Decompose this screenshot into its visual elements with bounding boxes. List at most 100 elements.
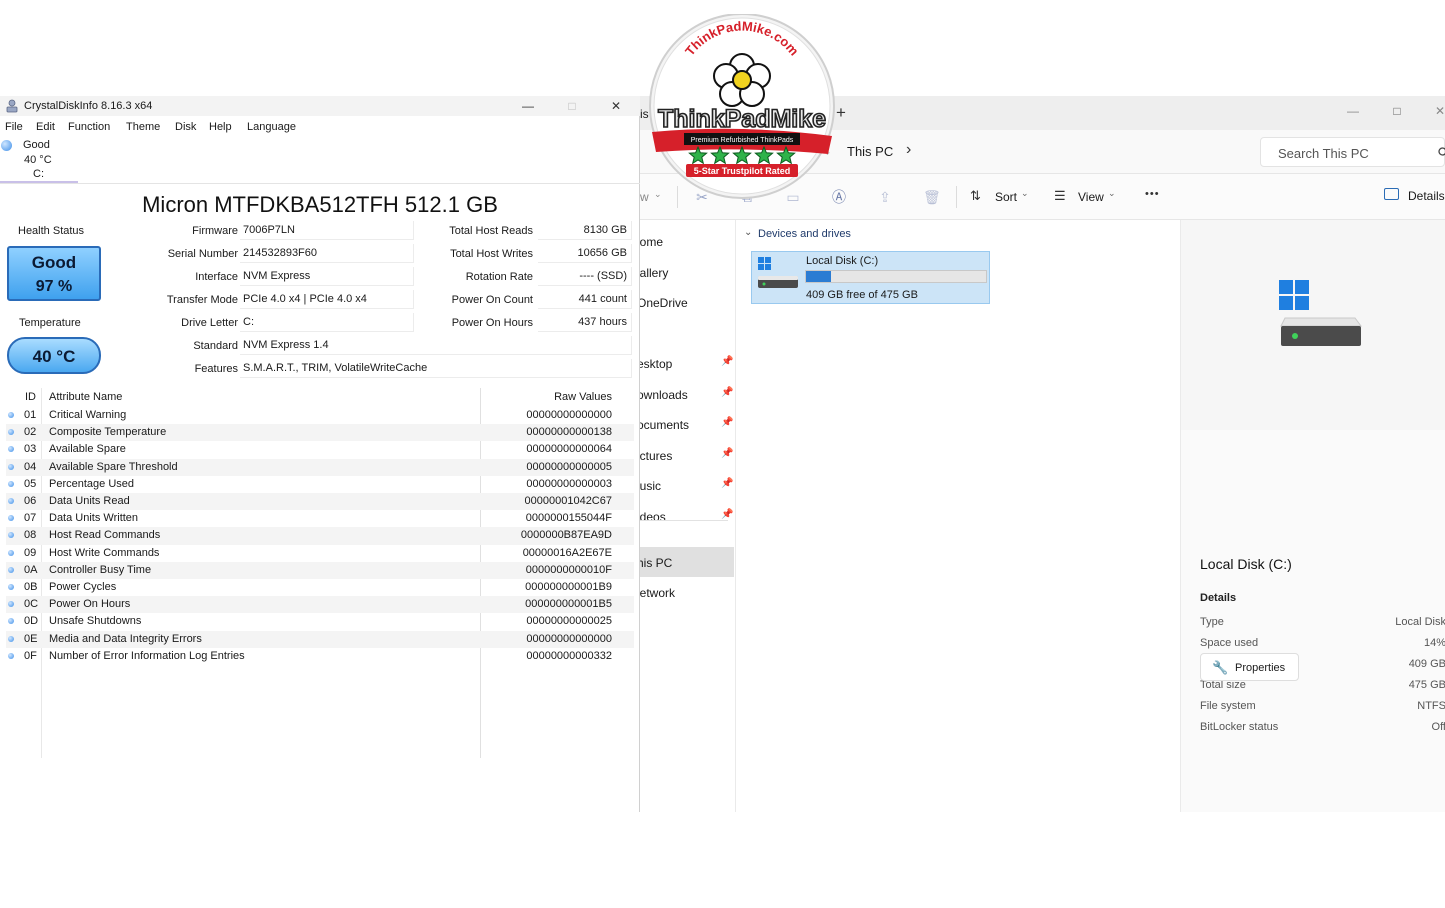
details-label: Details	[1408, 189, 1445, 203]
rotation-rate-value: ---- (SSD)	[538, 267, 632, 286]
minimize-button[interactable]: —	[517, 97, 539, 115]
status-good-icon	[8, 446, 14, 453]
table-row[interactable]: 06 Data Units Read 00000001042C67	[6, 493, 634, 511]
pin-icon[interactable]: 📌	[721, 509, 733, 520]
nav-item[interactable]: lusic 📌	[640, 470, 734, 500]
share-icon[interactable]: ⇪	[877, 189, 893, 205]
properties-button[interactable]: 🔧 Properties	[1200, 653, 1299, 681]
nav-item[interactable]: letwork	[640, 577, 734, 607]
pin-icon[interactable]: 📌	[721, 387, 733, 398]
details-row: Total size 475 GB	[1200, 679, 1445, 699]
chevron-down-icon: ⌄	[1108, 188, 1116, 198]
nav-item-label: ictures	[640, 449, 673, 463]
attribute-id: 03	[24, 443, 37, 456]
table-row[interactable]: 0A Controller Busy Time 0000000000010F	[6, 561, 634, 579]
menu-file[interactable]: File	[5, 121, 23, 133]
more-options-icon[interactable]: •••	[1145, 188, 1160, 200]
table-row[interactable]: 0D Unsafe Shutdowns 00000000000025	[6, 613, 634, 630]
table-row[interactable]: 0F Number of Error Information Log Entrie…	[6, 648, 634, 665]
table-row[interactable]: 07 Data Units Written 0000000155044F	[6, 510, 634, 527]
menu-edit[interactable]: Edit	[36, 121, 55, 133]
standard-label: Standard	[193, 340, 238, 352]
table-row[interactable]: 01 Critical Warning 00000000000000	[6, 407, 634, 424]
details-key: File system	[1200, 700, 1256, 712]
search-input[interactable]: Search This PC	[1260, 137, 1445, 167]
nav-item[interactable]: lome	[640, 226, 734, 256]
attribute-name: Host Write Commands	[49, 546, 160, 559]
nav-item[interactable]: iallery	[640, 257, 734, 287]
menu-theme[interactable]: Theme	[126, 121, 160, 133]
attribute-raw-value: 000000000001B5	[525, 598, 612, 611]
view-button[interactable]: ☰ View ⌄	[1054, 188, 1120, 206]
pin-icon[interactable]: 📌	[721, 478, 733, 489]
cdi-window-title: CrystalDiskInfo 8.16.3 x64	[24, 100, 153, 112]
table-row[interactable]: 03 Available Spare 00000000000064	[6, 441, 634, 458]
drive-large-icon	[1279, 280, 1362, 346]
search-icon	[1438, 147, 1445, 156]
nav-item[interactable]: OneDrive	[640, 287, 734, 317]
cdi-titlebar[interactable]: CrystalDiskInfo 8.16.3 x64 — □ ✕	[0, 96, 640, 116]
pin-icon[interactable]: 📌	[721, 448, 733, 459]
standard-value: NVM Express 1.4	[240, 336, 632, 355]
health-status-badge[interactable]: Good 97 %	[7, 246, 101, 301]
table-row[interactable]: 0B Power Cycles 000000000001B9	[6, 579, 634, 596]
sort-button[interactable]: ⇅ Sort ⌄	[970, 188, 1032, 206]
section-title-devices[interactable]: Devices and drives	[758, 228, 851, 240]
maximize-button[interactable]: □	[561, 97, 583, 115]
status-good-icon	[1, 140, 12, 151]
breadcrumb-this-pc[interactable]: This PC	[847, 144, 893, 159]
status-good-icon	[8, 601, 14, 608]
attribute-raw-value: 00000000000005	[526, 460, 612, 473]
pin-icon[interactable]: 📌	[721, 417, 733, 428]
details-row: File system NTFS	[1200, 700, 1445, 720]
nav-item[interactable]: ictures 📌	[640, 440, 734, 470]
sort-icon: ⇅	[970, 188, 981, 203]
details-value: 475 GB	[1408, 679, 1445, 691]
nav-item-label: letwork	[640, 586, 676, 600]
minimize-button[interactable]: —	[1342, 102, 1364, 120]
menu-disk[interactable]: Disk	[175, 121, 196, 133]
delete-icon[interactable]: 🗑	[923, 189, 941, 205]
table-row[interactable]: 05 Percentage Used 00000000000003	[6, 476, 634, 493]
table-row[interactable]: 09 Host Write Commands 00000016A2E67E	[6, 545, 634, 562]
drive-usage-fill	[806, 271, 832, 282]
table-row[interactable]: 02 Composite Temperature 00000000000138	[6, 424, 634, 442]
status-good-icon	[8, 480, 14, 487]
attribute-raw-value: 00000000000003	[526, 477, 612, 490]
attribute-name: Media and Data Integrity Errors	[49, 632, 202, 645]
chevron-down-icon: ⌄	[1021, 188, 1029, 198]
col-header-attribute-name[interactable]: Attribute Name	[49, 391, 122, 403]
details-pane-button[interactable]: Details	[1384, 188, 1445, 206]
properties-label: Properties	[1235, 662, 1286, 674]
close-button[interactable]: ✕	[1429, 102, 1445, 120]
attribute-name: Data Units Written	[49, 512, 139, 525]
table-row[interactable]: 04 Available Spare Threshold 0000000000000…	[6, 458, 634, 476]
nav-item[interactable]: ownloads 📌	[640, 379, 734, 409]
table-row[interactable]: 0E Media and Data Integrity Errors 0000000…	[6, 630, 634, 648]
nav-item[interactable]: ocuments 📌	[640, 409, 734, 439]
maximize-button[interactable]: □	[1386, 102, 1408, 120]
nav-item[interactable]: his PC	[640, 547, 734, 577]
col-header-id[interactable]: ID	[25, 391, 36, 403]
drive-tile-local-disk-c[interactable]: Local Disk (C:) 409 GB free of 475 GB	[751, 251, 990, 304]
nav-item[interactable]: esktop 📌	[640, 348, 734, 378]
chevron-right-icon[interactable]: ›	[906, 141, 911, 159]
close-button[interactable]: ✕	[605, 97, 627, 115]
total-host-reads-label: Total Host Reads	[449, 225, 533, 237]
nav-item[interactable]: ideos 📌	[640, 501, 734, 531]
temperature-badge[interactable]: 40 °C	[7, 337, 101, 374]
table-row[interactable]: 08 Host Read Commands 0000000B87EA9D	[6, 527, 634, 545]
menu-language[interactable]: Language	[247, 121, 296, 133]
disk-tab-c[interactable]: Good 40 °C C:	[0, 137, 78, 183]
disk-tab-letter: C:	[33, 168, 44, 180]
firmware-label: Firmware	[192, 225, 238, 237]
pin-icon[interactable]: 📌	[721, 356, 733, 367]
menu-help[interactable]: Help	[209, 121, 232, 133]
details-subtitle: Details	[1200, 592, 1237, 604]
transfer-mode-label: Transfer Mode	[166, 294, 238, 306]
col-header-raw-values[interactable]: Raw Values	[554, 391, 612, 403]
chevron-down-icon[interactable]: ⌄	[744, 227, 752, 238]
menu-function[interactable]: Function	[68, 121, 110, 133]
rotation-rate-label: Rotation Rate	[465, 271, 533, 283]
table-row[interactable]: 0C Power On Hours 000000000001B5	[6, 596, 634, 614]
